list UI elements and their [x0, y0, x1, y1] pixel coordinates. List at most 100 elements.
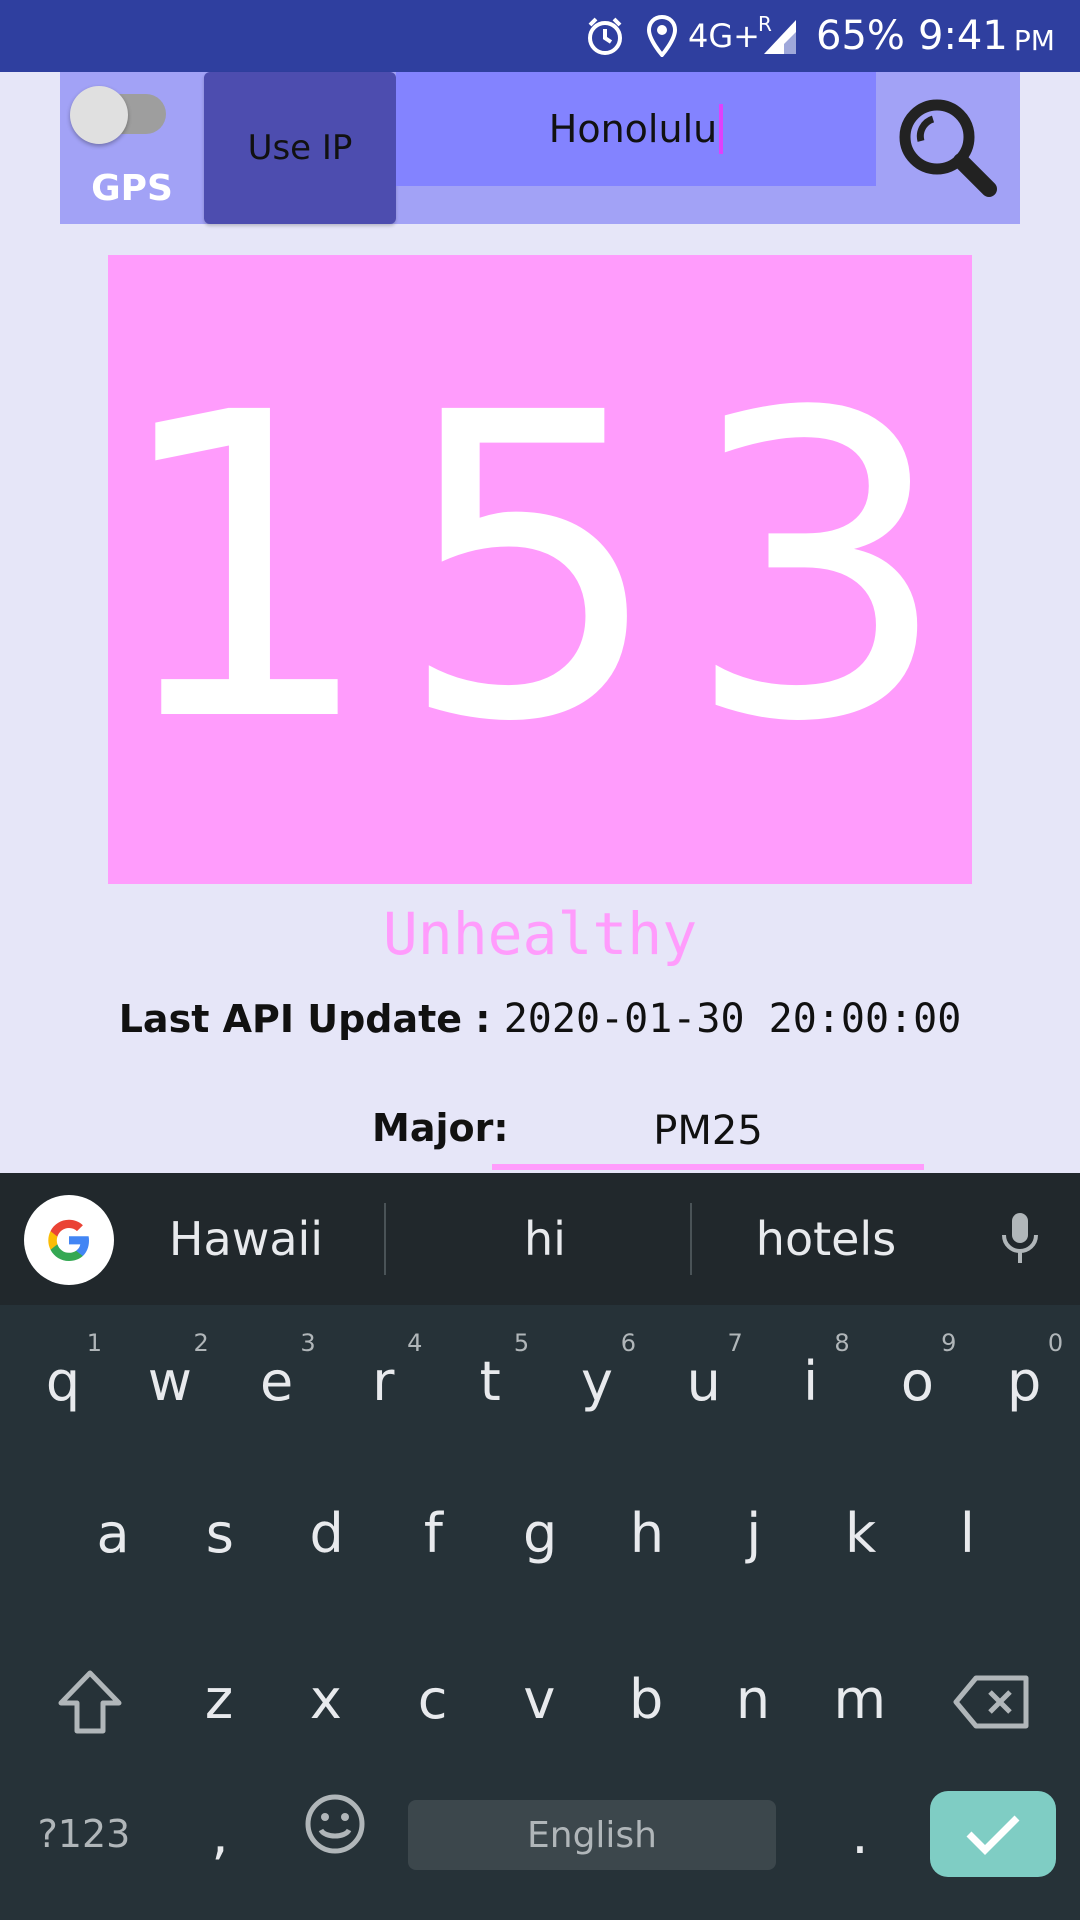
key-number-hint: 6	[620, 1329, 636, 1357]
key-number-hint: 5	[513, 1329, 530, 1357]
key-x[interactable]: x	[273, 1639, 379, 1759]
key-label: x	[309, 1667, 342, 1731]
checkmark-icon	[966, 1815, 1020, 1855]
alarm-icon	[584, 0, 626, 72]
key-r[interactable]: r4	[330, 1321, 436, 1441]
major-pollutant-value: PM25	[492, 1100, 924, 1170]
city-input[interactable]: Honolulu	[396, 72, 876, 186]
location-controls: GPS Use IP Honolulu	[60, 72, 1020, 224]
clock-time: 9:41	[918, 13, 1008, 59]
key-label: f	[423, 1501, 443, 1565]
key-label: j	[746, 1501, 762, 1565]
key-c[interactable]: c	[380, 1639, 486, 1759]
use-ip-button[interactable]: Use IP	[204, 72, 396, 224]
backspace-icon	[953, 1675, 1029, 1729]
last-update-label: Last API Update :	[118, 997, 504, 1041]
key-label: n	[735, 1667, 771, 1731]
key-s[interactable]: s	[167, 1473, 273, 1593]
enter-key[interactable]	[930, 1791, 1056, 1877]
key-z[interactable]: z	[166, 1639, 272, 1759]
key-label: r	[372, 1349, 395, 1413]
key-label: m	[833, 1667, 887, 1731]
key-label: y	[581, 1349, 613, 1413]
comma-key[interactable]: ,	[180, 1789, 260, 1879]
city-input-value: Honolulu	[548, 107, 718, 151]
battery-percent: 65%	[816, 13, 905, 59]
key-label: b	[629, 1667, 664, 1731]
key-a[interactable]: a	[60, 1473, 166, 1593]
soft-keyboard: Hawaii hi hotels q1w2e3r4t5y6u7i8o9p0asd…	[0, 1173, 1080, 1920]
key-label: l	[959, 1501, 975, 1565]
key-v[interactable]: v	[486, 1639, 592, 1759]
major-pollutant-label: Major:	[372, 1106, 509, 1150]
aqi-status: Unhealthy	[382, 900, 698, 968]
symbols-key[interactable]: ?123	[24, 1789, 144, 1879]
key-m[interactable]: m	[807, 1639, 913, 1759]
gps-switch-thumb[interactable]	[70, 86, 128, 144]
key-label: e	[259, 1349, 294, 1413]
key-b[interactable]: b	[593, 1639, 699, 1759]
key-label: h	[629, 1501, 665, 1565]
key-number-hint: 0	[1047, 1329, 1064, 1357]
search-button[interactable]	[876, 72, 1020, 224]
key-q[interactable]: q1	[10, 1321, 116, 1441]
key-n[interactable]: n	[700, 1639, 806, 1759]
key-label: i	[803, 1349, 819, 1413]
key-g[interactable]: g	[487, 1473, 593, 1593]
suggestion-strip: Hawaii hi hotels	[0, 1173, 1080, 1305]
key-number-hint: 1	[86, 1329, 102, 1357]
key-label: w	[147, 1349, 192, 1413]
suggestion-2[interactable]: hi	[400, 1173, 690, 1305]
key-w[interactable]: w2	[117, 1321, 223, 1441]
network-type: 4G+	[688, 17, 760, 55]
key-label: v	[523, 1667, 556, 1731]
gps-label: GPS	[91, 168, 173, 209]
key-o[interactable]: o9	[864, 1321, 970, 1441]
key-label: p	[1007, 1349, 1042, 1413]
key-label: o	[900, 1349, 934, 1413]
last-update-row: Last API Update : 2020-01-30 20:00:00	[0, 996, 1080, 1042]
space-bar[interactable]: English	[408, 1800, 776, 1870]
key-number-hint: 8	[834, 1329, 850, 1357]
emoji-icon	[305, 1794, 365, 1854]
shift-key[interactable]	[30, 1647, 150, 1757]
emoji-key[interactable]	[280, 1769, 390, 1879]
key-i[interactable]: i8	[758, 1321, 864, 1441]
key-label: s	[205, 1501, 234, 1565]
key-t[interactable]: t5	[437, 1321, 543, 1441]
google-icon[interactable]	[24, 1195, 114, 1285]
key-h[interactable]: h	[594, 1473, 700, 1593]
suggestion-3[interactable]: hotels	[706, 1173, 946, 1305]
key-label: t	[479, 1349, 501, 1413]
period-key[interactable]: .	[810, 1789, 910, 1879]
key-d[interactable]: d	[274, 1473, 380, 1593]
magnifier-icon	[899, 99, 997, 197]
key-e[interactable]: e3	[224, 1321, 330, 1441]
key-l[interactable]: l	[914, 1473, 1020, 1593]
suggestion-divider	[384, 1203, 386, 1275]
gps-switch[interactable]	[70, 86, 166, 144]
key-label: c	[417, 1667, 448, 1731]
key-k[interactable]: k	[808, 1473, 914, 1593]
key-p[interactable]: p0	[971, 1321, 1077, 1441]
microphone-icon[interactable]	[990, 1209, 1050, 1269]
text-cursor	[719, 104, 724, 154]
backspace-key[interactable]	[936, 1647, 1048, 1757]
key-number-hint: 3	[300, 1329, 316, 1357]
key-f[interactable]: f	[380, 1473, 486, 1593]
aqi-value: 153	[109, 324, 971, 814]
key-u[interactable]: u7	[651, 1321, 757, 1441]
key-j[interactable]: j	[701, 1473, 807, 1593]
key-y[interactable]: y6	[544, 1321, 650, 1441]
key-label: g	[523, 1501, 558, 1565]
key-label: u	[686, 1349, 721, 1413]
shift-icon	[58, 1670, 122, 1734]
suggestion-1[interactable]: Hawaii	[124, 1173, 368, 1305]
location-pin-icon	[646, 0, 678, 72]
key-label: q	[45, 1349, 81, 1413]
clock-ampm: PM	[1013, 23, 1055, 57]
key-label: z	[204, 1667, 234, 1731]
status-bar: 4G+ R 65% 9:41 PM	[0, 0, 1080, 72]
key-label: k	[844, 1501, 877, 1565]
key-number-hint: 4	[407, 1329, 423, 1357]
